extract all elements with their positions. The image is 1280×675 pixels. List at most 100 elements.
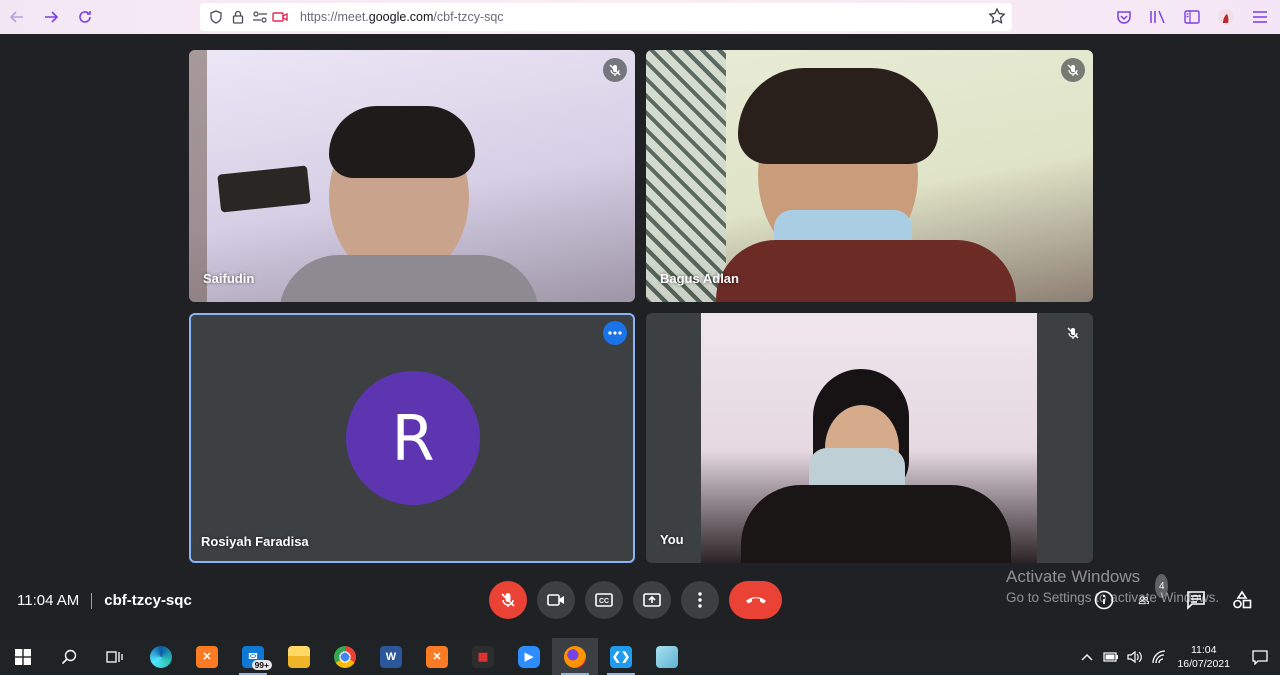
clock-time: 11:04 xyxy=(1190,643,1217,656)
menu-icon[interactable] xyxy=(1250,7,1270,27)
video-feed xyxy=(189,50,635,302)
arrow-right-icon xyxy=(45,11,59,23)
library-icon[interactable] xyxy=(1148,7,1168,27)
participant-tile-saifudin[interactable]: Saifudin xyxy=(189,50,635,302)
taskbar-app[interactable]: ▦ xyxy=(460,638,506,675)
participant-count-badge: 4 xyxy=(1155,574,1168,598)
firefox-icon xyxy=(564,645,586,668)
mic-off-indicator xyxy=(603,58,627,82)
reload-button[interactable] xyxy=(68,0,102,34)
mail-badge: 99+ xyxy=(251,660,272,670)
side-controls: 4 xyxy=(1092,574,1254,612)
taskbar-vscode[interactable]: ❮❯ xyxy=(598,638,644,675)
system-clock[interactable]: 11:04 16/07/2021 xyxy=(1177,643,1230,671)
profile-avatar-icon[interactable] xyxy=(1216,7,1236,27)
call-controls: CC xyxy=(489,581,782,619)
task-view-icon xyxy=(106,650,123,663)
participant-tile-rosiyah-faradisa[interactable]: R Rosiyah Faradisa xyxy=(189,313,635,563)
present-screen-icon xyxy=(643,593,661,607)
chat-icon xyxy=(1187,591,1205,610)
taskbar-xampp-2[interactable]: ✕ xyxy=(414,638,460,675)
more-options-button[interactable] xyxy=(681,581,719,619)
taskbar-notepad[interactable] xyxy=(644,638,690,675)
taskbar-zoom[interactable]: ▶ xyxy=(506,638,552,675)
address-bar[interactable]: https://meet.google.com/cbf-tzcy-sqc xyxy=(200,3,1012,31)
avatar: R xyxy=(346,371,480,505)
windows-logo-icon xyxy=(15,648,31,665)
closed-captions-icon: CC xyxy=(595,593,613,607)
video-feed xyxy=(646,50,1093,302)
show-hidden-icons-button[interactable] xyxy=(1075,653,1099,661)
task-view-button[interactable] xyxy=(92,638,138,675)
participant-name: Saifudin xyxy=(203,271,255,286)
taskbar-chrome[interactable] xyxy=(322,638,368,675)
taskbar-file-explorer[interactable] xyxy=(276,638,322,675)
notepad-icon xyxy=(656,645,678,668)
microphone-toggle-button[interactable] xyxy=(489,581,527,619)
toolbar-right xyxy=(1114,0,1270,34)
app-icon: ▦ xyxy=(472,645,494,668)
taskbar-xampp[interactable]: ✕ xyxy=(184,638,230,675)
taskbar-word[interactable]: W xyxy=(368,638,414,675)
more-options-button[interactable] xyxy=(603,321,627,345)
mic-off-icon xyxy=(501,593,515,607)
search-button[interactable] xyxy=(46,638,92,675)
sidebar-icon[interactable] xyxy=(1182,7,1202,27)
captions-button[interactable]: CC xyxy=(585,581,623,619)
mic-off-icon xyxy=(1067,327,1079,339)
volume-icon[interactable] xyxy=(1123,650,1147,664)
camera-toggle-button[interactable] xyxy=(537,581,575,619)
search-icon xyxy=(61,649,77,664)
video-camera-icon xyxy=(547,594,564,606)
meeting-code: cbf-tzcy-sqc xyxy=(104,592,192,609)
taskbar-firefox[interactable] xyxy=(552,638,598,675)
taskbar-mail[interactable]: ✉ 99+ xyxy=(230,638,276,675)
watermark-title: Activate Windows xyxy=(1006,567,1141,586)
clock-date: 16/07/2021 xyxy=(1177,657,1230,670)
participant-name: Bagus Adlan xyxy=(660,271,739,286)
svg-text:CC: CC xyxy=(599,598,609,605)
permissions-icon[interactable] xyxy=(250,7,270,27)
participant-tile-bagus-adlan[interactable]: Bagus Adlan xyxy=(646,50,1093,302)
mic-off-icon xyxy=(609,64,621,76)
chevron-up-icon xyxy=(1081,653,1093,660)
mic-off-icon xyxy=(1067,64,1079,76)
participant-name: Rosiyah Faradisa xyxy=(201,534,309,549)
wifi-icon[interactable] xyxy=(1147,649,1171,664)
forward-button[interactable] xyxy=(34,0,68,34)
battery-icon[interactable] xyxy=(1099,651,1123,662)
system-tray: 11:04 16/07/2021 xyxy=(1075,638,1280,675)
more-vertical-icon xyxy=(698,592,702,608)
url-text: https://meet.google.com/cbf-tzcy-sqc xyxy=(300,10,504,24)
meeting-details-button[interactable] xyxy=(1092,588,1116,612)
shield-icon[interactable] xyxy=(206,7,226,27)
notification-icon xyxy=(1252,649,1268,665)
lock-icon[interactable] xyxy=(228,7,248,27)
zoom-icon: ▶ xyxy=(518,645,540,668)
bookmark-star-icon[interactable] xyxy=(988,7,1006,28)
reload-icon xyxy=(79,11,91,23)
participant-tile-you[interactable]: You xyxy=(646,313,1093,563)
activities-button[interactable] xyxy=(1230,588,1254,612)
participants-button[interactable]: 4 xyxy=(1138,574,1168,612)
divider xyxy=(91,592,93,609)
folder-icon xyxy=(288,645,310,668)
chat-button[interactable] xyxy=(1184,588,1208,612)
present-screen-button[interactable] xyxy=(633,581,671,619)
leave-call-button[interactable] xyxy=(729,581,782,619)
taskbar-edge[interactable] xyxy=(138,638,184,675)
info-icon xyxy=(1094,590,1114,610)
pocket-icon[interactable] xyxy=(1114,7,1134,27)
back-button[interactable] xyxy=(0,0,34,34)
notification-center-button[interactable] xyxy=(1240,649,1280,665)
word-icon: W xyxy=(380,645,402,668)
participant-name: You xyxy=(660,532,684,547)
edge-icon xyxy=(150,645,172,668)
start-button[interactable] xyxy=(0,638,46,675)
shapes-icon xyxy=(1233,590,1252,609)
mic-off-indicator xyxy=(1061,58,1085,82)
mic-off-indicator xyxy=(1061,321,1085,345)
arrow-left-icon xyxy=(9,11,23,23)
camera-active-icon[interactable] xyxy=(270,7,290,27)
people-icon xyxy=(1138,596,1150,605)
